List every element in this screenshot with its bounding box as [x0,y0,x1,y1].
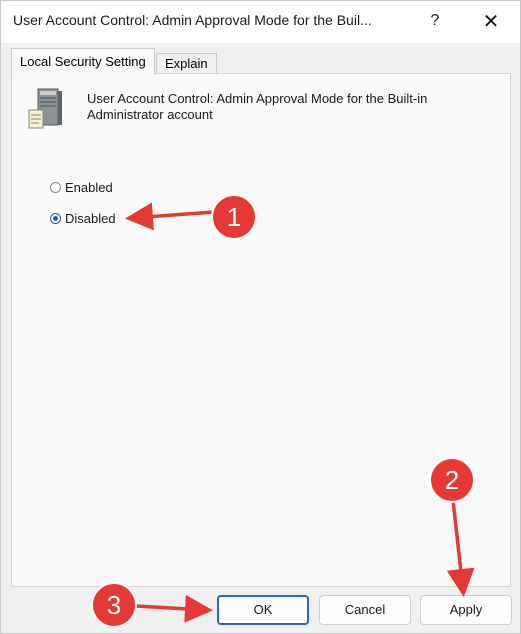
tab-strip: Local Security Setting Explain [11,48,511,75]
ok-button[interactable]: OK [217,595,309,625]
window-title: User Account Control: Admin Approval Mod… [13,12,372,28]
enabled-radio[interactable] [50,182,61,193]
disabled-label: Disabled [65,211,116,226]
tab-local-security-setting[interactable]: Local Security Setting [11,48,155,75]
option-disabled[interactable]: Disabled [50,211,116,226]
close-button[interactable]: ✕ [469,5,513,37]
tab-explain[interactable]: Explain [156,53,217,74]
option-enabled[interactable]: Enabled [50,180,113,195]
disabled-radio[interactable] [50,213,61,224]
title-bar: User Account Control: Admin Approval Mod… [1,1,520,43]
server-policy-icon [28,88,62,129]
cancel-button[interactable]: Cancel [319,595,411,625]
apply-button[interactable]: Apply [420,595,512,625]
dialog-window: User Account Control: Admin Approval Mod… [0,0,521,634]
policy-description: User Account Control: Admin Approval Mod… [87,91,428,122]
enabled-label: Enabled [65,180,113,195]
settings-panel: User Account Control: Admin Approval Mod… [11,73,511,587]
help-button[interactable]: ? [413,5,457,37]
